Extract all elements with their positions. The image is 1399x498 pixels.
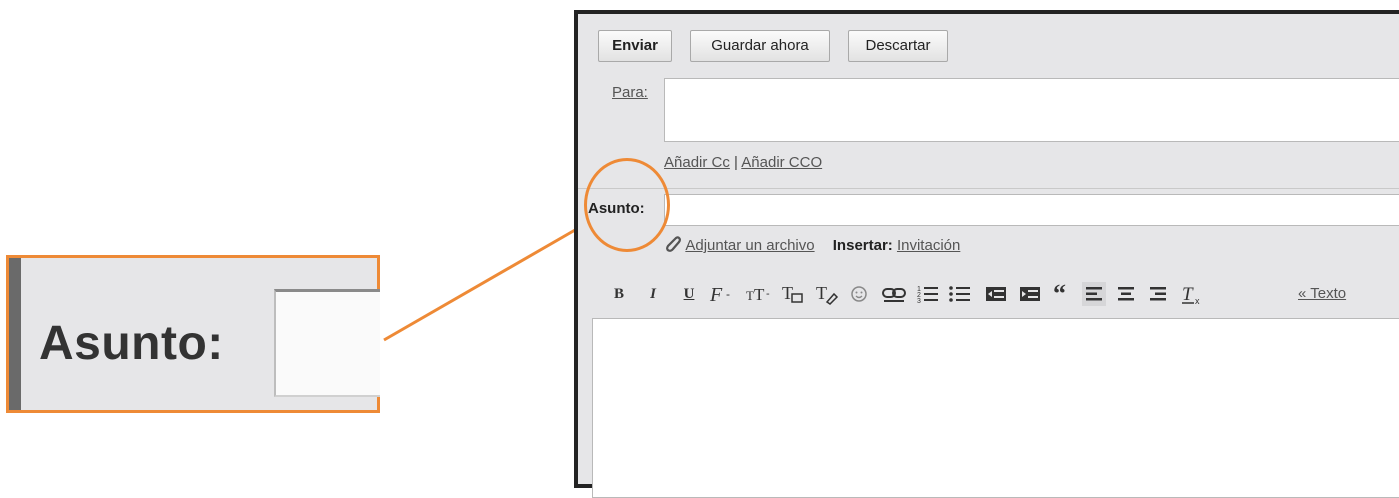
add-cc-link[interactable]: Añadir Cc — [664, 154, 730, 171]
svg-text:T: T — [746, 288, 754, 303]
message-body[interactable] — [592, 318, 1399, 498]
plain-text-link[interactable]: « Texto — [1298, 282, 1346, 306]
zoom-subject-input — [274, 289, 380, 397]
remove-formatting-icon[interactable]: Tx — [1180, 282, 1206, 306]
align-right-icon[interactable] — [1146, 282, 1170, 306]
bullet-list-icon[interactable] — [948, 282, 972, 306]
subject-label: Asunto: — [588, 200, 645, 217]
paperclip-icon — [662, 234, 682, 254]
svg-text:T: T — [1182, 284, 1194, 305]
link-icon[interactable] — [880, 282, 908, 306]
italic-button[interactable]: I — [642, 282, 664, 306]
svg-text:x: x — [1195, 296, 1200, 306]
attach-file-link[interactable]: Adjuntar un archivo — [685, 237, 814, 254]
font-icon[interactable]: F- — [708, 282, 738, 306]
indent-less-icon[interactable] — [984, 282, 1008, 306]
svg-text:-: - — [766, 288, 770, 300]
smiley-icon[interactable] — [848, 282, 870, 306]
cc-bcc-row: Añadir Cc | Añadir CCO — [664, 154, 822, 171]
to-field[interactable] — [664, 78, 1399, 142]
svg-text:T: T — [816, 283, 827, 303]
zoom-left-bar — [9, 258, 21, 410]
svg-text:“: “ — [1053, 282, 1066, 306]
compose-window: Enviar Guardar ahora Descartar Para: Aña… — [574, 10, 1399, 498]
align-left-icon[interactable] — [1082, 282, 1106, 306]
bold-button[interactable]: B — [608, 282, 630, 306]
underline-button[interactable]: U — [678, 282, 700, 306]
indent-more-icon[interactable] — [1018, 282, 1042, 306]
insert-label: Insertar: — [832, 237, 893, 254]
svg-text:T: T — [754, 285, 765, 304]
save-now-button[interactable]: Guardar ahora — [690, 30, 830, 62]
quote-icon[interactable]: “ — [1052, 282, 1074, 306]
text-color-icon[interactable]: T — [780, 282, 806, 306]
add-bcc-link[interactable]: Añadir CCO — [741, 154, 822, 171]
highlight-icon[interactable]: T — [814, 282, 840, 306]
svg-text:F: F — [709, 284, 723, 306]
font-size-icon[interactable]: TT- — [744, 282, 774, 306]
svg-text:3: 3 — [917, 298, 921, 305]
send-button[interactable]: Enviar — [598, 30, 672, 62]
align-center-icon[interactable] — [1114, 282, 1138, 306]
discard-button[interactable]: Descartar — [848, 30, 948, 62]
insert-invitation-link[interactable]: Invitación — [897, 237, 960, 254]
subject-field[interactable] — [664, 194, 1399, 226]
to-label[interactable]: Para: — [612, 84, 648, 101]
attach-row: Adjuntar un archivo Insertar: Invitación — [662, 234, 960, 254]
zoom-callout: Asunto: — [6, 255, 380, 413]
cc-separator: | — [734, 154, 738, 171]
field-divider — [578, 188, 1399, 189]
svg-text:-: - — [726, 287, 730, 301]
numbered-list-icon[interactable]: 123 — [916, 282, 940, 306]
zoom-subject-label: Asunto: — [39, 317, 224, 370]
